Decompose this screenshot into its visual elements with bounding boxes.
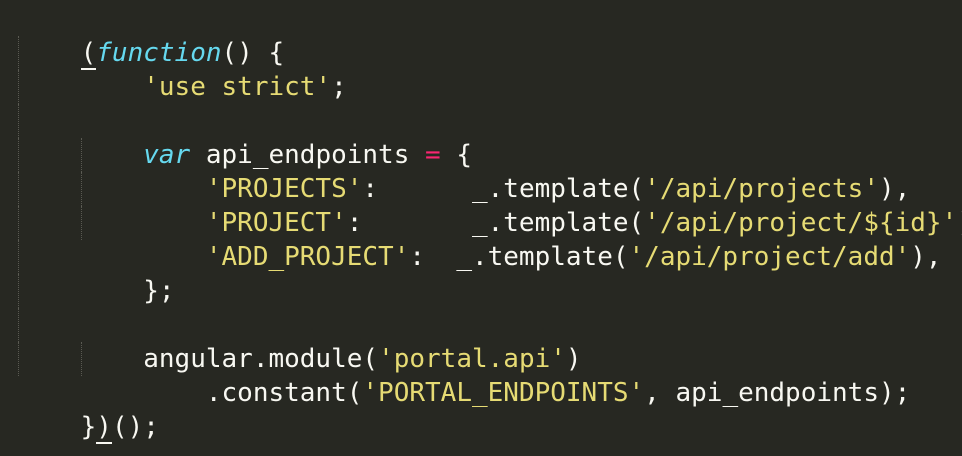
code-line-7: 'ADD_PROJECT': _.template('/api/project/… bbox=[0, 206, 962, 272]
indent-guide bbox=[18, 104, 19, 138]
code-line-9 bbox=[0, 274, 962, 308]
close-paren-token: )(); bbox=[96, 412, 159, 444]
code-line-6: 'PROJECT': _.template('/api/project/${id… bbox=[0, 172, 962, 238]
close-brace-token: } bbox=[80, 412, 97, 442]
indent-guide bbox=[18, 274, 19, 308]
code-line-1: (function() { bbox=[0, 2, 962, 70]
code-line-12: })(); bbox=[0, 376, 962, 444]
indent-guide bbox=[18, 36, 19, 70]
matched-paren: ) bbox=[96, 412, 112, 444]
code-line-2: 'use strict'; bbox=[0, 36, 962, 102]
indent-guide bbox=[18, 342, 19, 376]
indent-guide bbox=[18, 206, 19, 240]
indent-guide bbox=[81, 342, 82, 376]
code-line-5: 'PROJECTS': _.template('/api/projects'), bbox=[0, 138, 962, 204]
code-line-3 bbox=[0, 70, 962, 104]
indent-guide bbox=[81, 172, 82, 206]
code-line-8: }; bbox=[0, 240, 962, 306]
indent-guide bbox=[18, 308, 19, 342]
code-line-11: .constant('PORTAL_ENDPOINTS', api_endpoi… bbox=[0, 342, 962, 408]
indent-guide bbox=[18, 172, 19, 206]
indent-guide bbox=[81, 138, 82, 172]
indent-guide bbox=[18, 138, 19, 172]
indent-guide bbox=[81, 206, 82, 240]
indent-guide bbox=[18, 240, 19, 274]
code-line-4: var api_endpoints = { bbox=[0, 104, 962, 170]
indent-guide bbox=[18, 70, 19, 104]
code-editor[interactable]: (function() { 'use strict'; var api_endp… bbox=[0, 0, 962, 456]
code-line-10: angular.module('portal.api') bbox=[0, 308, 962, 374]
